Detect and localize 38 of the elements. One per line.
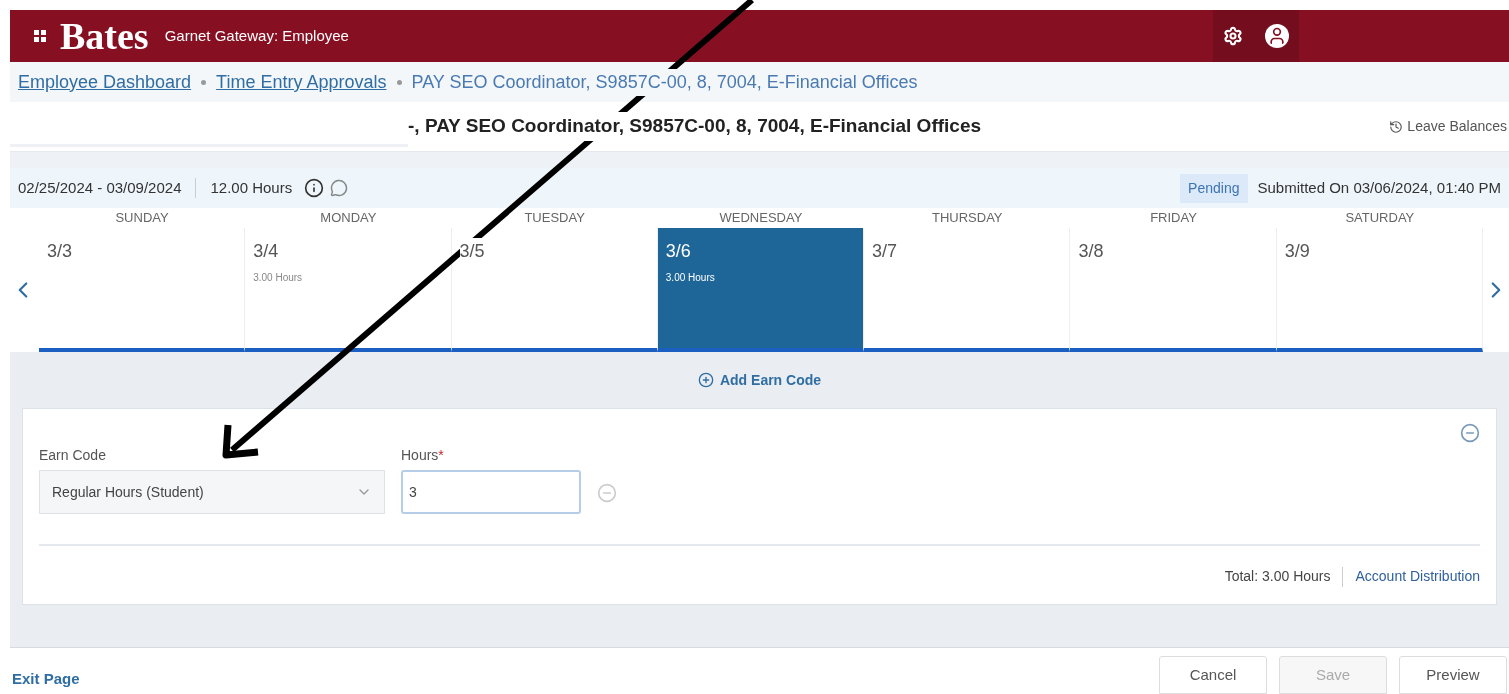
total-hours: 12.00 Hours [210, 177, 293, 198]
app-grid-icon[interactable] [34, 30, 46, 42]
breadcrumb-current: PAY SEO Coordinator, S9857C-00, 8, 7004, E-Financial Offices [411, 68, 918, 96]
footer-button[interactable]: Cancel [1159, 656, 1267, 694]
day-cell[interactable]: 3/3 [38, 228, 246, 352]
remove-row-icon[interactable] [1460, 423, 1480, 443]
breadcrumb-link[interactable]: Employee Dashboard [18, 68, 192, 96]
exit-page-link[interactable]: Exit Page [12, 667, 80, 691]
history-icon [1389, 119, 1404, 134]
submitted-date: Submitted On 03/06/2024, 01:40 PM [1257, 177, 1501, 198]
footer-button[interactable]: Preview [1399, 656, 1507, 694]
user-icon[interactable] [1265, 24, 1289, 48]
field-label: Earn Code [39, 446, 107, 465]
comment-icon[interactable] [330, 179, 349, 197]
logo: Bates [60, 17, 149, 55]
day-cell[interactable]: 3/9 [1276, 228, 1483, 352]
leave-balances-button[interactable]: Leave Balances [1389, 116, 1507, 137]
day-cell[interactable]: 3/5 [451, 228, 658, 352]
page-title: -, PAY SEO Coordinator, S9857C-00, 8, 7004, E-Financial Offices [408, 112, 982, 141]
status-badge: Pending [1180, 173, 1248, 203]
entry-total: Total: 3.00 Hours [1224, 567, 1331, 586]
day-hours: 3.00 Hours [253, 271, 304, 285]
add-earn-code-button[interactable]: Add Earn Code [697, 369, 822, 391]
breadcrumb-link[interactable]: Time Entry Approvals [216, 68, 387, 96]
field-label: Hours* [401, 446, 445, 465]
pay-period: 02/25/2024 - 03/09/2024 [18, 177, 182, 198]
earn-code-dropdown[interactable]: Regular Hours (Student) [39, 470, 385, 514]
settings-icon[interactable] [1223, 26, 1243, 46]
account-distribution-link[interactable]: Account Distribution [1355, 566, 1480, 587]
app-subtitle: Garnet Gateway: Employee [164, 25, 349, 46]
info-icon[interactable] [304, 178, 325, 198]
day-cell[interactable]: 3/8 [1070, 228, 1277, 352]
day-cell[interactable]: 3/4 3.00 Hours [245, 228, 452, 352]
hours-input[interactable]: 3 [401, 470, 581, 514]
day-hours: 3.00 Hours [665, 271, 716, 285]
day-cell[interactable]: 3/6 3.00 Hours [657, 228, 865, 352]
day-cell[interactable]: 3/7 [864, 228, 1071, 352]
plus-icon [697, 372, 714, 388]
